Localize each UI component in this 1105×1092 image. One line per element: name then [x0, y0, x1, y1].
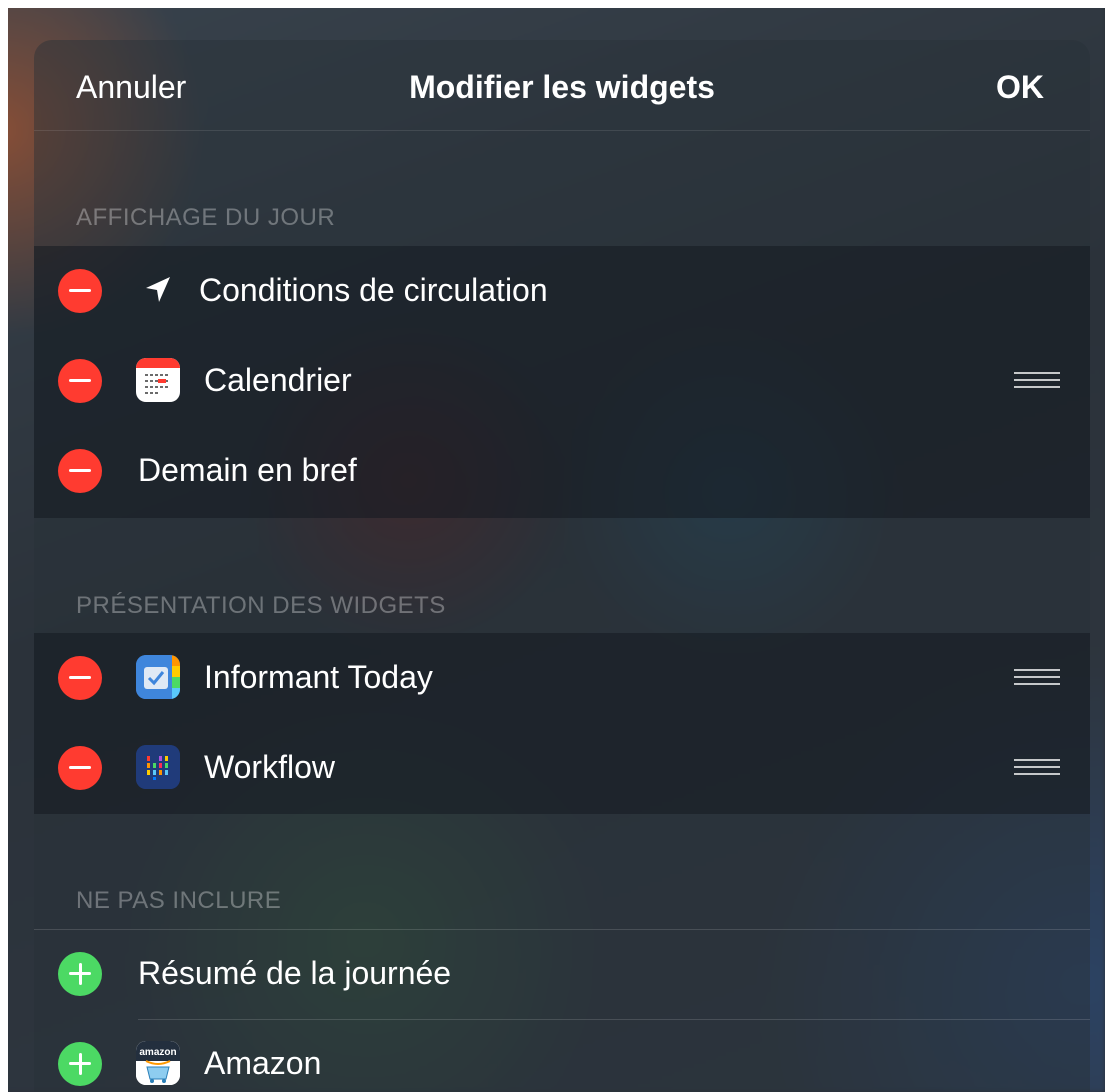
section-header-widgets: PRÉSENTATION DES WIDGETS	[76, 592, 446, 619]
add-button[interactable]	[58, 1042, 102, 1086]
navigation-bar: Annuler Modifier les widgets OK	[34, 40, 1090, 131]
list-item-label: Demain en bref	[138, 452, 357, 488]
section-header-do-not-include: NE PAS INCLURE	[76, 887, 282, 914]
remove-button[interactable]	[58, 359, 102, 403]
remove-button[interactable]	[58, 746, 102, 790]
screen-edge-left	[0, 0, 8, 1092]
svg-text:amazon: amazon	[139, 1047, 176, 1058]
list-item-label: Workflow	[204, 749, 335, 785]
list-item-label: Conditions de circulation	[199, 272, 548, 308]
list-item-label: Amazon	[204, 1045, 322, 1081]
list-item-amazon: amazon Amazon	[34, 1019, 1090, 1092]
section-do-not-include-list: Résumé de la journée amazon Amazon	[34, 929, 1090, 1092]
page-title: Modifier les widgets	[409, 69, 715, 105]
ok-button[interactable]: OK	[996, 69, 1044, 106]
list-item-traffic-conditions: Conditions de circulation	[34, 246, 1090, 336]
remove-button[interactable]	[58, 656, 102, 700]
workflow-app-icon	[136, 745, 180, 789]
list-item-calendar: Calendrier	[34, 336, 1090, 426]
remove-button[interactable]	[58, 269, 102, 313]
reorder-handle-icon[interactable]	[1014, 669, 1060, 687]
add-button[interactable]	[58, 952, 102, 996]
list-item-day-summary: Résumé de la journée	[34, 929, 1090, 1019]
list-item-workflow: Workflow	[34, 723, 1090, 813]
section-header-today-view: AFFICHAGE DU JOUR	[76, 204, 336, 231]
list-item-tomorrow-summary: Demain en bref	[34, 426, 1090, 516]
calendar-app-icon	[136, 358, 180, 402]
location-arrow-icon	[146, 277, 170, 302]
edit-widgets-sheet: Annuler Modifier les widgets OK AFFICHAG…	[34, 40, 1090, 1092]
list-item-label: Informant Today	[204, 659, 433, 695]
remove-button[interactable]	[58, 449, 102, 493]
amazon-app-icon: amazon	[136, 1041, 180, 1085]
informant-app-icon	[136, 655, 180, 699]
list-item-label: Calendrier	[204, 362, 352, 398]
list-item-informant-today: Informant Today	[34, 633, 1090, 723]
list-item-label: Résumé de la journée	[138, 955, 452, 991]
reorder-handle-icon[interactable]	[1014, 372, 1060, 390]
section-widgets-list: Informant Today Workflow	[34, 633, 1090, 814]
reorder-handle-icon[interactable]	[1014, 759, 1060, 777]
section-today-view-list: Conditions de circulation Calendrier Dem…	[34, 246, 1090, 518]
screen-edge-top	[0, 0, 1105, 8]
